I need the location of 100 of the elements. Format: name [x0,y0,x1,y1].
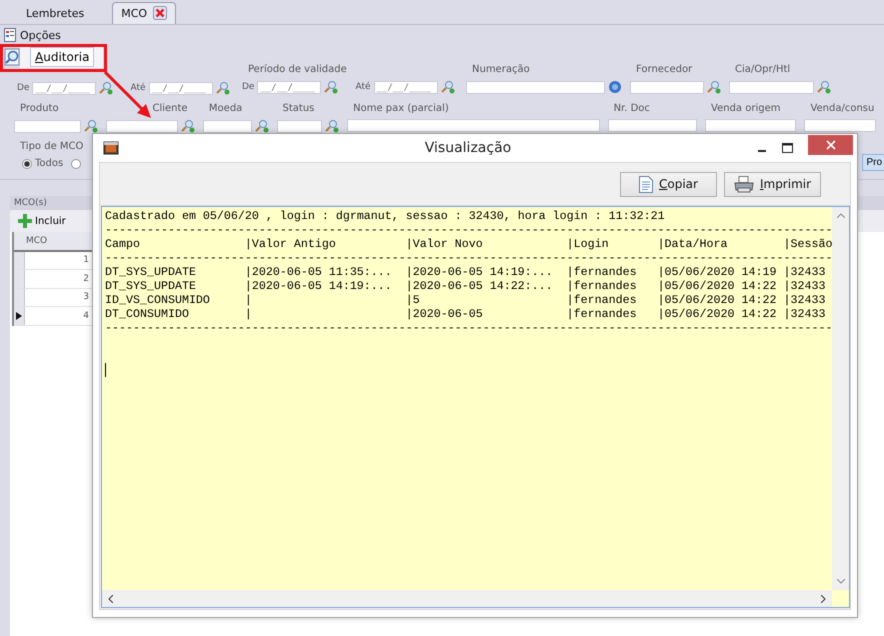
radio-button[interactable] [71,158,82,168]
table-cell-text: |32433 [783,307,826,321]
document-icon [639,176,653,192]
field-label: Numeração [471,64,531,75]
input-field[interactable] [14,120,82,132]
table-cell: |Sessão [783,237,832,251]
field-label: Cia/Opr/Htl [734,64,792,75]
field-label: Venda origem [710,103,782,114]
lookup-icon[interactable] [817,80,831,94]
toolbar-button[interactable]: Imprimir [724,172,821,196]
search-button[interactable]: Pro [862,154,884,171]
table-cell-text: |32433 [783,293,826,307]
scroll-up-icon[interactable] [836,213,844,218]
input-field[interactable] [729,80,814,94]
plus-icon [18,214,32,228]
table-cell-text: |32433 [783,279,826,293]
maximize-icon[interactable] [782,143,793,153]
radio-button[interactable] [22,158,32,168]
date-field[interactable]: __/__/____ [257,80,322,94]
close-icon [826,140,836,150]
field-label: De [242,82,254,92]
table-cell-text: |32433 [783,265,826,279]
row-selector[interactable] [14,307,25,324]
text-cursor [105,363,106,377]
text-line: -------------------------------------------------------------------------------------------------------- [105,251,833,265]
table-cell-text: |05/06/2020 14:22 [658,307,778,321]
window-title: Visualização [424,140,512,156]
tab[interactable]: MCO [112,2,176,24]
table-cell-text: |2020-06-05 [406,307,484,321]
input-field[interactable] [347,119,600,132]
input-field[interactable] [106,120,178,132]
lookup-icon[interactable] [440,80,455,94]
field-label: Até [130,83,146,93]
table-cell-text: DT_SYS_UPDATE [105,265,197,279]
horizontal-scrollbar[interactable] [102,590,832,607]
table-cell-text: |fernandes [566,293,638,307]
table-cell-text: |Valor Antigo [244,237,337,251]
scroll-right-icon[interactable] [821,594,826,602]
menu-item[interactable]: Opções [20,28,61,42]
text-line: -------------------------------------------------------------------------------------------------------- [105,321,833,335]
field-label: Nr. Doc [612,103,651,114]
text-area[interactable] [101,206,850,608]
table-cell-text: |fernandes [566,279,638,293]
menu-item[interactable]: Auditoria [30,47,94,67]
current-row-icon [16,312,22,320]
lookup-icon[interactable] [180,119,195,133]
date-field[interactable]: __/__/____ [374,80,438,94]
app-icon [103,141,119,155]
table-cell-text: |Data/Hora [658,237,729,251]
close-icon[interactable] [153,6,168,20]
input-field[interactable] [804,119,876,132]
input-field[interactable] [276,120,322,132]
table-cell-text: | [244,293,253,307]
field-label: De [17,83,30,93]
table-cell-text: |Valor Novo [406,237,484,251]
table-cell-text: ID_VS_CONSUMIDO [105,293,211,307]
input-field[interactable] [608,119,697,132]
scroll-down-icon[interactable] [836,579,844,584]
table-cell-text: |05/06/2020 14:19 [658,265,778,279]
field-label: Período de validade [247,64,348,75]
table-cell-text: |05/06/2020 14:22 [658,279,778,293]
table-cell-text: 4 [82,310,90,321]
lookup-icon[interactable] [254,119,269,133]
table-cell-text: Campo [105,237,141,251]
lookup-icon[interactable] [324,80,338,94]
text-line: Cadastrado em 05/06/20 , login : dgrmanut, sessao : 32430, hora login : 11:32:21 [105,209,666,223]
date-field[interactable]: __/__/____ [148,82,213,94]
table-cell-text: DT_SYS_UPDATE [105,279,197,293]
vertical-scrollbar[interactable] [832,207,849,590]
input-field[interactable] [202,120,252,132]
field-label: Fornecedor [635,64,694,75]
input-field[interactable] [705,119,796,132]
field-label: Produto [19,103,60,114]
close-button[interactable] [808,135,853,155]
tab[interactable]: Lembretes [18,4,92,24]
annotation-arrow [104,71,152,119]
table-cell-text: |fernandes [566,265,638,279]
scroll-left-icon[interactable] [108,594,113,602]
field-label: Nome pax (parcial) [352,103,450,114]
field-label: Status [282,103,316,114]
lookup-icon[interactable] [325,119,340,133]
text-line: -------------------------------------------------------------------------------------------------------- [105,223,833,237]
lookup-icon[interactable] [707,80,721,94]
table-cell-text: |2020-06-05 14:19:... [244,279,393,293]
radio-label: Todos [35,158,64,169]
lookup-icon[interactable] [216,81,230,95]
field-label: Venda/consu [809,103,876,114]
lookup-icon[interactable] [99,81,114,95]
toolbar-button[interactable]: Copiar [620,172,717,196]
info-icon[interactable] [608,80,622,94]
table-cell-text: |2020-06-05 14:22:... [406,279,554,293]
table-cell-text: |Login [566,237,610,251]
input-field[interactable] [466,80,605,94]
date-field[interactable]: __/__/____ [32,82,96,94]
table-cell-text: |fernandes [566,307,638,321]
lookup-icon[interactable] [84,119,98,133]
add-button[interactable]: Incluir [18,214,66,228]
table-cell-text: |2020-06-05 11:35:... [244,265,393,279]
table-cell-text: 1 [82,255,90,266]
input-field[interactable] [630,80,704,94]
